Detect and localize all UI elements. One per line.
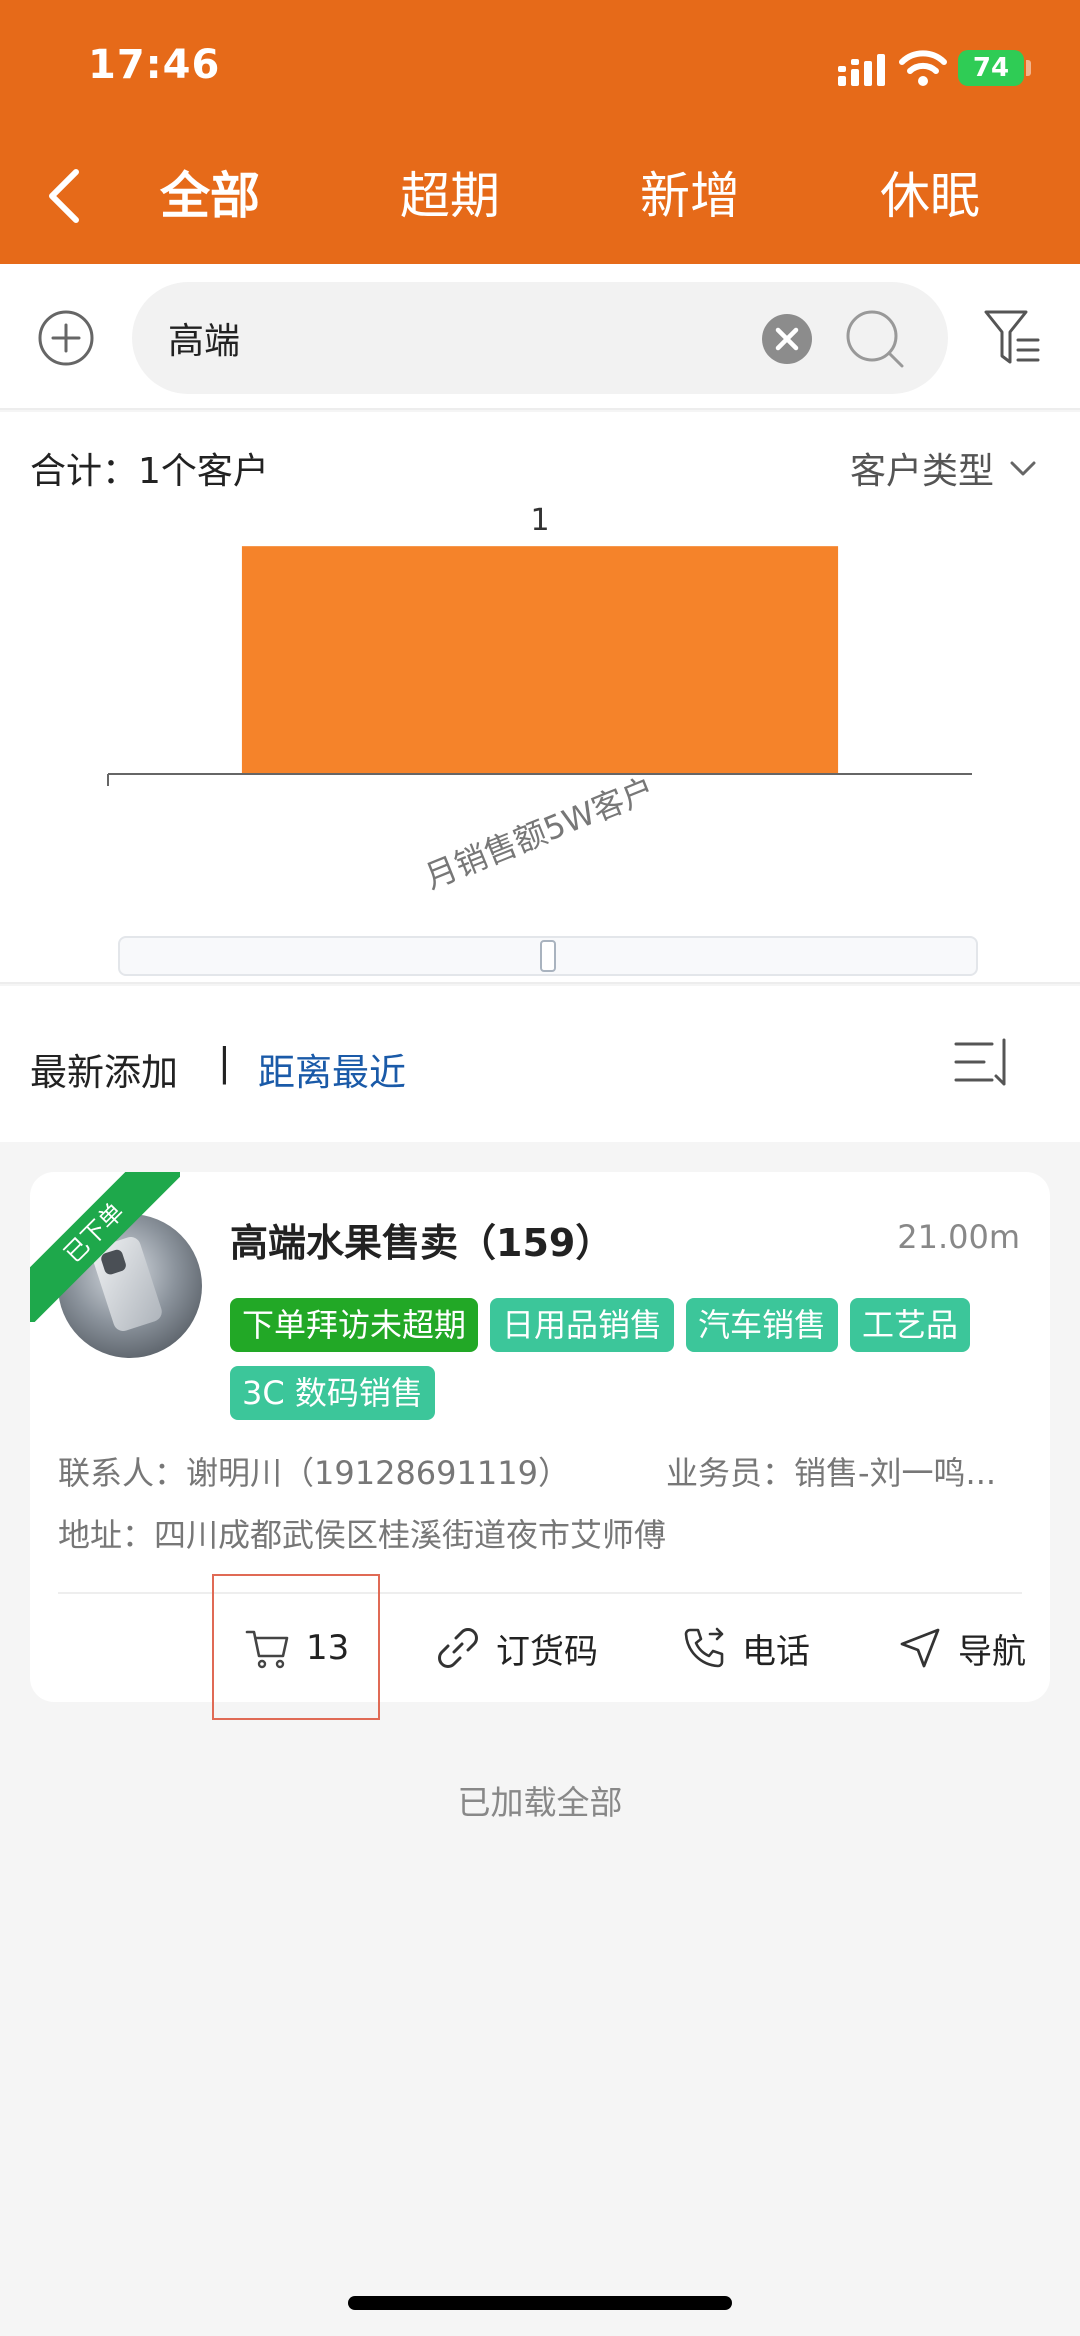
link-icon — [438, 1628, 478, 1668]
phone-label: 电话 — [742, 1631, 810, 1672]
tab-all[interactable]: 全部 — [110, 164, 310, 228]
sort-separator: | — [218, 1040, 231, 1084]
scroll-handle[interactable] — [540, 940, 556, 972]
sort-icon[interactable] — [952, 1030, 1016, 1094]
bar-value-label: 1 — [530, 503, 549, 538]
stats-panel: 合计：1个客户 客户类型 1 月销售额5W客户 — [0, 412, 1080, 984]
battery-indicator: 74 — [958, 50, 1024, 86]
tag-category: 3C 数码销售 — [230, 1366, 435, 1420]
customer-chart: 1 月销售额5W客户 — [107, 503, 972, 897]
cart-count: 13 — [306, 1628, 350, 1668]
customer-contact: 联系人：谢明川（19128691119） — [58, 1454, 570, 1492]
wifi-icon — [899, 50, 947, 86]
navigation-icon — [900, 1628, 940, 1668]
battery-tip — [1026, 60, 1031, 76]
search-input-value: 高端 — [168, 321, 241, 362]
tab-dormant[interactable]: 休眠 — [830, 164, 1030, 228]
customer-distance: 21.00m — [897, 1218, 1020, 1256]
search-area: 高端 — [0, 264, 1080, 410]
status-bar: 17:46 74 — [0, 0, 1080, 130]
chevron-down-icon — [1010, 461, 1036, 476]
order-code-button[interactable]: 订货码 — [434, 1608, 598, 1688]
chart-bar[interactable] — [241, 546, 839, 774]
tag-category: 汽车销售 — [686, 1298, 839, 1352]
back-icon[interactable] — [36, 164, 96, 228]
app-header: 17:46 74 全部 超期 新增 休眠 — [0, 0, 1080, 264]
customer-address: 地址：四川成都武侯区桂溪街道夜市艾师傅 — [58, 1516, 667, 1554]
customer-salesman: 业务员：销售-刘一鸣... — [666, 1454, 997, 1492]
ribbon-label: 已下单 — [30, 1172, 180, 1322]
order-code-label: 订货码 — [496, 1631, 598, 1672]
customer-type-dropdown[interactable]: 客户类型 — [850, 442, 1038, 494]
order-status-ribbon: 已下单 — [30, 1172, 180, 1322]
loaded-all-text: 已加载全部 — [457, 1783, 623, 1822]
phone-button[interactable]: 电话 — [680, 1608, 810, 1688]
tag-category: 工艺品 — [850, 1298, 971, 1352]
customer-card[interactable]: 已下单 高端水果售卖（159） 21.00m 下单拜访未超期 日用品销售 汽车销… — [30, 1172, 1050, 1702]
add-customer-icon[interactable] — [36, 308, 96, 368]
sort-nearest[interactable]: 距离最近 — [258, 1042, 406, 1096]
customer-tags: 下单拜访未超期 日用品销售 汽车销售 工艺品 3C 数码销售 — [230, 1298, 1030, 1420]
home-indicator — [348, 2296, 732, 2310]
chart-scrollbar[interactable] — [118, 936, 978, 976]
cart-icon — [245, 1630, 289, 1669]
cellular-signal-icon — [838, 54, 885, 86]
search-icon[interactable] — [844, 308, 906, 370]
tab-overdue[interactable]: 超期 — [350, 164, 550, 228]
sort-latest-added[interactable]: 最新添加 — [30, 1042, 178, 1096]
customer-name[interactable]: 高端水果售卖（159） — [230, 1212, 613, 1267]
card-divider — [58, 1592, 1022, 1594]
tag-category: 日用品销售 — [490, 1298, 675, 1352]
navigate-label: 导航 — [958, 1631, 1026, 1672]
cart-button[interactable]: 13 — [244, 1608, 349, 1688]
clear-icon[interactable] — [762, 314, 812, 364]
top-nav: 全部 超期 新增 休眠 — [0, 150, 1080, 240]
phone-call-icon — [684, 1627, 724, 1668]
customer-type-label: 客户类型 — [849, 451, 994, 492]
x-axis-tick-label: 月销售额5W客户 — [419, 770, 659, 897]
status-time: 17:46 — [88, 42, 221, 88]
sort-bar: 最新添加 | 距离最近 — [0, 986, 1080, 1142]
tag-visit-status: 下单拜访未超期 — [230, 1298, 479, 1352]
filter-icon[interactable] — [982, 306, 1042, 370]
search-input[interactable]: 高端 — [132, 282, 948, 394]
navigate-button[interactable]: 导航 — [896, 1608, 1026, 1688]
tab-new[interactable]: 新增 — [590, 164, 790, 228]
total-count: 合计：1个客户 — [30, 451, 269, 492]
